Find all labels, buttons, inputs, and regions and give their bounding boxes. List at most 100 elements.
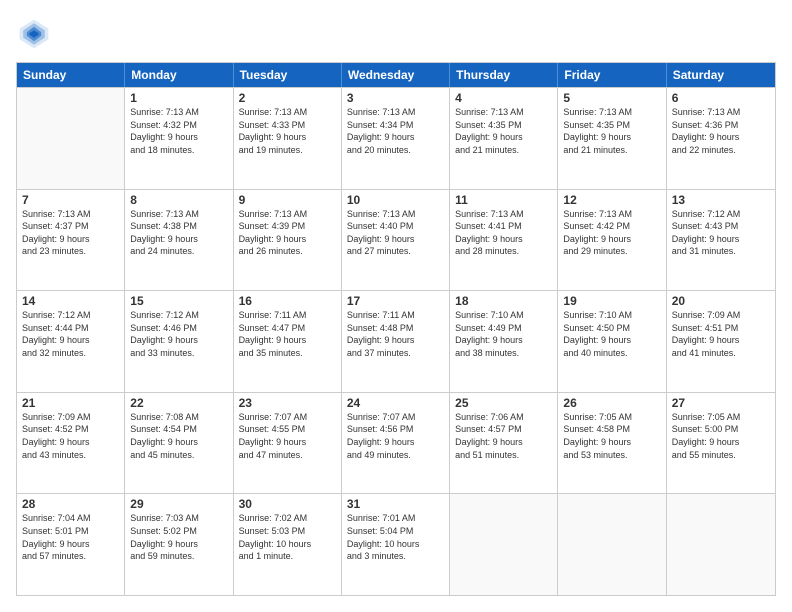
logo-icon	[16, 16, 52, 52]
day-number: 20	[672, 294, 770, 308]
calendar-cell: 2Sunrise: 7:13 AM Sunset: 4:33 PM Daylig…	[234, 88, 342, 189]
calendar-cell: 23Sunrise: 7:07 AM Sunset: 4:55 PM Dayli…	[234, 393, 342, 494]
calendar-cell	[667, 494, 775, 595]
day-info: Sunrise: 7:12 AM Sunset: 4:44 PM Dayligh…	[22, 309, 119, 359]
day-number: 29	[130, 497, 227, 511]
day-info: Sunrise: 7:09 AM Sunset: 4:51 PM Dayligh…	[672, 309, 770, 359]
day-info: Sunrise: 7:13 AM Sunset: 4:37 PM Dayligh…	[22, 208, 119, 258]
day-number: 16	[239, 294, 336, 308]
day-info: Sunrise: 7:13 AM Sunset: 4:34 PM Dayligh…	[347, 106, 444, 156]
day-info: Sunrise: 7:13 AM Sunset: 4:42 PM Dayligh…	[563, 208, 660, 258]
calendar-cell: 30Sunrise: 7:02 AM Sunset: 5:03 PM Dayli…	[234, 494, 342, 595]
day-number: 31	[347, 497, 444, 511]
day-number: 1	[130, 91, 227, 105]
day-info: Sunrise: 7:05 AM Sunset: 4:58 PM Dayligh…	[563, 411, 660, 461]
weekday-header: Sunday	[17, 63, 125, 87]
day-number: 10	[347, 193, 444, 207]
day-number: 14	[22, 294, 119, 308]
logo	[16, 16, 56, 52]
day-number: 22	[130, 396, 227, 410]
calendar-cell: 11Sunrise: 7:13 AM Sunset: 4:41 PM Dayli…	[450, 190, 558, 291]
calendar-cell: 18Sunrise: 7:10 AM Sunset: 4:49 PM Dayli…	[450, 291, 558, 392]
day-info: Sunrise: 7:05 AM Sunset: 5:00 PM Dayligh…	[672, 411, 770, 461]
calendar-cell: 27Sunrise: 7:05 AM Sunset: 5:00 PM Dayli…	[667, 393, 775, 494]
calendar-cell: 31Sunrise: 7:01 AM Sunset: 5:04 PM Dayli…	[342, 494, 450, 595]
calendar-cell: 6Sunrise: 7:13 AM Sunset: 4:36 PM Daylig…	[667, 88, 775, 189]
calendar-cell: 15Sunrise: 7:12 AM Sunset: 4:46 PM Dayli…	[125, 291, 233, 392]
day-number: 19	[563, 294, 660, 308]
calendar-cell: 20Sunrise: 7:09 AM Sunset: 4:51 PM Dayli…	[667, 291, 775, 392]
day-number: 24	[347, 396, 444, 410]
weekday-header: Wednesday	[342, 63, 450, 87]
day-number: 4	[455, 91, 552, 105]
day-number: 27	[672, 396, 770, 410]
day-number: 28	[22, 497, 119, 511]
weekday-header: Saturday	[667, 63, 775, 87]
calendar-cell: 8Sunrise: 7:13 AM Sunset: 4:38 PM Daylig…	[125, 190, 233, 291]
day-info: Sunrise: 7:11 AM Sunset: 4:47 PM Dayligh…	[239, 309, 336, 359]
day-info: Sunrise: 7:07 AM Sunset: 4:55 PM Dayligh…	[239, 411, 336, 461]
calendar-cell: 28Sunrise: 7:04 AM Sunset: 5:01 PM Dayli…	[17, 494, 125, 595]
day-info: Sunrise: 7:12 AM Sunset: 4:43 PM Dayligh…	[672, 208, 770, 258]
day-number: 12	[563, 193, 660, 207]
calendar-cell	[558, 494, 666, 595]
day-number: 17	[347, 294, 444, 308]
calendar-row: 14Sunrise: 7:12 AM Sunset: 4:44 PM Dayli…	[17, 290, 775, 392]
calendar-cell: 19Sunrise: 7:10 AM Sunset: 4:50 PM Dayli…	[558, 291, 666, 392]
calendar: SundayMondayTuesdayWednesdayThursdayFrid…	[16, 62, 776, 596]
day-info: Sunrise: 7:13 AM Sunset: 4:32 PM Dayligh…	[130, 106, 227, 156]
calendar-body: 1Sunrise: 7:13 AM Sunset: 4:32 PM Daylig…	[17, 87, 775, 595]
day-info: Sunrise: 7:13 AM Sunset: 4:39 PM Dayligh…	[239, 208, 336, 258]
calendar-cell: 14Sunrise: 7:12 AM Sunset: 4:44 PM Dayli…	[17, 291, 125, 392]
day-number: 3	[347, 91, 444, 105]
day-number: 18	[455, 294, 552, 308]
day-number: 13	[672, 193, 770, 207]
weekday-header: Monday	[125, 63, 233, 87]
calendar-row: 7Sunrise: 7:13 AM Sunset: 4:37 PM Daylig…	[17, 189, 775, 291]
day-number: 5	[563, 91, 660, 105]
calendar-cell: 7Sunrise: 7:13 AM Sunset: 4:37 PM Daylig…	[17, 190, 125, 291]
calendar-cell: 29Sunrise: 7:03 AM Sunset: 5:02 PM Dayli…	[125, 494, 233, 595]
day-info: Sunrise: 7:11 AM Sunset: 4:48 PM Dayligh…	[347, 309, 444, 359]
day-info: Sunrise: 7:07 AM Sunset: 4:56 PM Dayligh…	[347, 411, 444, 461]
calendar-cell: 26Sunrise: 7:05 AM Sunset: 4:58 PM Dayli…	[558, 393, 666, 494]
day-info: Sunrise: 7:13 AM Sunset: 4:41 PM Dayligh…	[455, 208, 552, 258]
day-info: Sunrise: 7:13 AM Sunset: 4:38 PM Dayligh…	[130, 208, 227, 258]
calendar-cell: 4Sunrise: 7:13 AM Sunset: 4:35 PM Daylig…	[450, 88, 558, 189]
calendar-cell: 13Sunrise: 7:12 AM Sunset: 4:43 PM Dayli…	[667, 190, 775, 291]
day-info: Sunrise: 7:02 AM Sunset: 5:03 PM Dayligh…	[239, 512, 336, 562]
day-number: 11	[455, 193, 552, 207]
day-info: Sunrise: 7:09 AM Sunset: 4:52 PM Dayligh…	[22, 411, 119, 461]
day-info: Sunrise: 7:04 AM Sunset: 5:01 PM Dayligh…	[22, 512, 119, 562]
calendar-cell: 25Sunrise: 7:06 AM Sunset: 4:57 PM Dayli…	[450, 393, 558, 494]
day-info: Sunrise: 7:13 AM Sunset: 4:40 PM Dayligh…	[347, 208, 444, 258]
day-number: 30	[239, 497, 336, 511]
calendar-cell: 12Sunrise: 7:13 AM Sunset: 4:42 PM Dayli…	[558, 190, 666, 291]
calendar-cell: 3Sunrise: 7:13 AM Sunset: 4:34 PM Daylig…	[342, 88, 450, 189]
day-info: Sunrise: 7:13 AM Sunset: 4:35 PM Dayligh…	[563, 106, 660, 156]
day-number: 6	[672, 91, 770, 105]
day-number: 2	[239, 91, 336, 105]
day-info: Sunrise: 7:13 AM Sunset: 4:33 PM Dayligh…	[239, 106, 336, 156]
calendar-cell: 9Sunrise: 7:13 AM Sunset: 4:39 PM Daylig…	[234, 190, 342, 291]
calendar-row: 21Sunrise: 7:09 AM Sunset: 4:52 PM Dayli…	[17, 392, 775, 494]
header	[16, 16, 776, 52]
calendar-cell: 10Sunrise: 7:13 AM Sunset: 4:40 PM Dayli…	[342, 190, 450, 291]
calendar-cell: 5Sunrise: 7:13 AM Sunset: 4:35 PM Daylig…	[558, 88, 666, 189]
day-number: 15	[130, 294, 227, 308]
calendar-cell: 1Sunrise: 7:13 AM Sunset: 4:32 PM Daylig…	[125, 88, 233, 189]
calendar-cell: 24Sunrise: 7:07 AM Sunset: 4:56 PM Dayli…	[342, 393, 450, 494]
day-info: Sunrise: 7:08 AM Sunset: 4:54 PM Dayligh…	[130, 411, 227, 461]
calendar-cell: 16Sunrise: 7:11 AM Sunset: 4:47 PM Dayli…	[234, 291, 342, 392]
calendar-cell: 21Sunrise: 7:09 AM Sunset: 4:52 PM Dayli…	[17, 393, 125, 494]
day-info: Sunrise: 7:10 AM Sunset: 4:49 PM Dayligh…	[455, 309, 552, 359]
calendar-cell: 17Sunrise: 7:11 AM Sunset: 4:48 PM Dayli…	[342, 291, 450, 392]
day-number: 25	[455, 396, 552, 410]
calendar-row: 28Sunrise: 7:04 AM Sunset: 5:01 PM Dayli…	[17, 493, 775, 595]
calendar-header: SundayMondayTuesdayWednesdayThursdayFrid…	[17, 63, 775, 87]
day-info: Sunrise: 7:10 AM Sunset: 4:50 PM Dayligh…	[563, 309, 660, 359]
page: SundayMondayTuesdayWednesdayThursdayFrid…	[0, 0, 792, 612]
calendar-cell	[450, 494, 558, 595]
weekday-header: Friday	[558, 63, 666, 87]
calendar-row: 1Sunrise: 7:13 AM Sunset: 4:32 PM Daylig…	[17, 87, 775, 189]
